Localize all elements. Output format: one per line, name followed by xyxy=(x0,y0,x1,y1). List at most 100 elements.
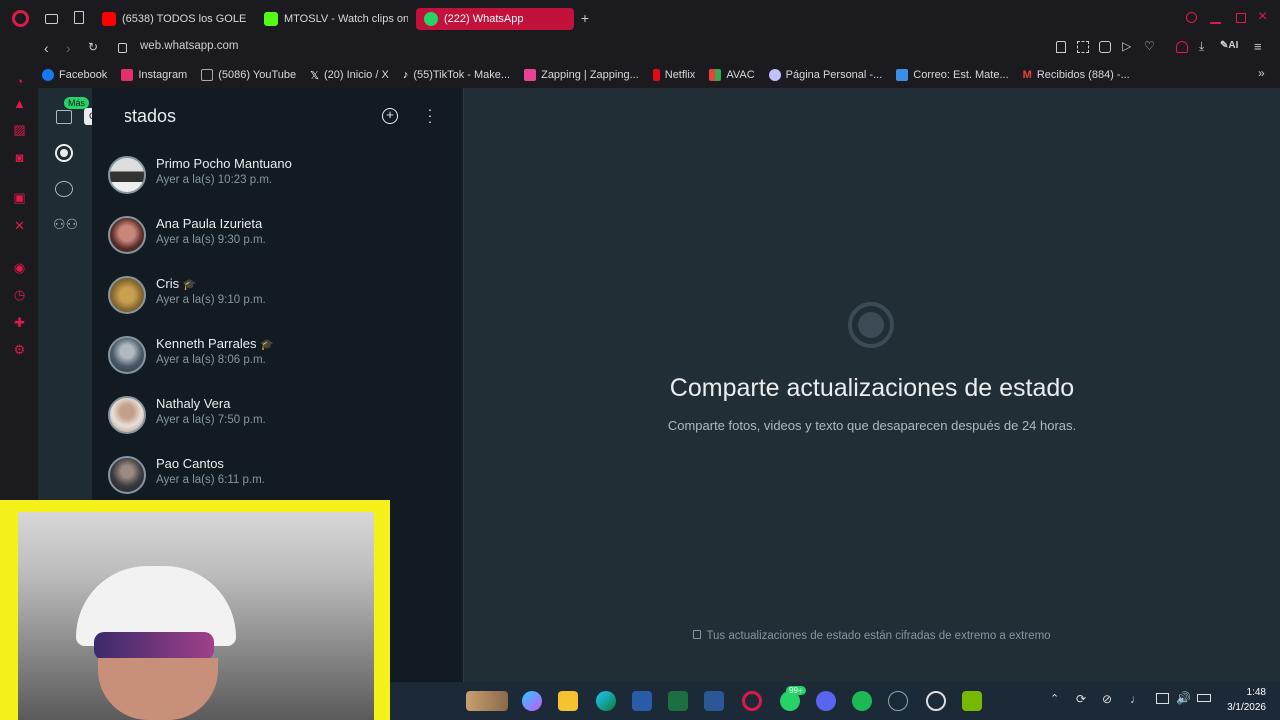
back-icon[interactable]: ‹ xyxy=(44,40,49,56)
channels-icon[interactable] xyxy=(55,181,73,197)
mute-icon[interactable]: ⊘ xyxy=(1102,692,1112,706)
restore-button[interactable] xyxy=(1236,13,1246,23)
browser-tab-bar: (6538) TODOS los GOLES MTOSLV - Watch cl… xyxy=(0,0,1280,36)
bookmark-pagina-personal[interactable]: Página Personal -... xyxy=(768,69,882,81)
discord-icon[interactable] xyxy=(816,691,836,711)
network-icon[interactable] xyxy=(1156,693,1169,704)
search-tabs-icon[interactable] xyxy=(1186,12,1197,23)
status-time: Ayer a la(s) 6:11 p.m. xyxy=(156,474,265,486)
ai-icon[interactable]: ✎AI xyxy=(1220,40,1238,51)
messenger-icon[interactable]: ◙ xyxy=(12,150,27,165)
settings-icon[interactable]: ⚙ xyxy=(12,342,27,357)
netflix-icon xyxy=(652,69,660,81)
clock-date[interactable]: 3/1/2026 xyxy=(1218,702,1266,713)
menu-dots-icon[interactable]: · · · xyxy=(426,102,434,128)
download-icon[interactable]: ⤓ xyxy=(1199,39,1204,54)
forward-icon[interactable]: › xyxy=(66,40,71,56)
player-icon[interactable]: ◉ xyxy=(12,260,27,275)
bookmark-tiktok[interactable]: ♪ (55)TikTok - Make... xyxy=(403,69,510,81)
bookmark-x[interactable]: 𝕏 (20) Inicio / X xyxy=(310,69,389,82)
zapping-icon xyxy=(524,69,537,81)
tab-label: MTOSLV - Watch clips on xyxy=(284,13,408,25)
spotify-icon[interactable] xyxy=(852,691,872,711)
status-item[interactable]: Nathaly Vera Ayer a la(s) 7:50 p.m. xyxy=(108,396,448,452)
x-icon[interactable]: ✕ xyxy=(12,218,27,233)
gmail-icon: M xyxy=(1022,69,1032,81)
bookmark-correo[interactable]: Correo: Est. Mate... xyxy=(896,69,1009,81)
opera-taskbar-icon[interactable] xyxy=(742,691,762,711)
snapshot-icon[interactable] xyxy=(1077,41,1089,53)
heart-icon[interactable]: ♡ xyxy=(1144,39,1155,53)
status-item[interactable]: Cris 🎓 Ayer a la(s) 9:10 p.m. xyxy=(108,276,448,332)
sunglasses-icon xyxy=(94,632,214,660)
extensions-icon[interactable]: ✚ xyxy=(12,315,27,330)
aria-icon[interactable]: ◔ xyxy=(12,74,27,89)
new-tab-button[interactable]: + xyxy=(578,11,592,25)
empty-subtitle: Comparte fotos, videos y texto que desap… xyxy=(667,418,1077,433)
volume-icon[interactable]: 🔊 xyxy=(1176,691,1191,705)
bookmark-label: Zapping | Zapping... xyxy=(541,69,639,81)
avatar xyxy=(108,216,146,254)
steam-icon[interactable] xyxy=(888,691,908,711)
tab-youtube[interactable]: (6538) TODOS los GOLES xyxy=(94,8,246,30)
word-icon[interactable] xyxy=(704,691,724,711)
vpn-icon[interactable] xyxy=(1176,41,1188,53)
menu-icon[interactable]: ≡ xyxy=(1254,39,1262,54)
status-item[interactable]: Primo Pocho Mantuano Ayer a la(s) 10:23 … xyxy=(108,156,448,212)
bookmark-zapping[interactable]: Zapping | Zapping... xyxy=(524,69,639,81)
bookmark-instagram[interactable]: Instagram xyxy=(121,69,187,81)
sync-icon[interactable]: ⟳ xyxy=(1076,692,1086,706)
url-field[interactable]: web.whatsapp.com xyxy=(140,40,238,52)
bookmark-youtube[interactable]: (5086) YouTube xyxy=(201,69,296,81)
copilot-icon[interactable] xyxy=(522,691,542,711)
adblock-icon[interactable] xyxy=(1099,41,1111,53)
twitch-icon[interactable]: ▣ xyxy=(12,190,27,205)
tab-whatsapp[interactable]: (222) WhatsApp xyxy=(416,8,574,30)
file-explorer-icon[interactable] xyxy=(558,691,578,711)
sidebar-app-icon[interactable]: ▨ xyxy=(12,122,27,137)
bookmark-avac[interactable]: AVAC xyxy=(709,69,755,81)
bookmark-netflix[interactable]: Netflix xyxy=(652,69,695,81)
status-icon[interactable] xyxy=(55,144,73,162)
play-icon[interactable]: ▷ xyxy=(1122,39,1131,53)
contact-name: Kenneth Parrales 🎓 xyxy=(156,336,274,351)
nvidia-icon[interactable] xyxy=(962,691,982,711)
globe-icon xyxy=(768,69,781,81)
page-icon[interactable] xyxy=(74,11,84,24)
widgets-icon[interactable] xyxy=(466,691,508,711)
address-bar: ‹ › ↻ web.whatsapp.com ▷ ♡ ⤓ ✎AI ≡ xyxy=(0,36,1280,62)
bookmark-label: Correo: Est. Mate... xyxy=(913,69,1009,81)
status-item[interactable]: Kenneth Parrales 🎓 Ayer a la(s) 8:06 p.m… xyxy=(108,336,448,392)
tab-kick[interactable]: MTOSLV - Watch clips on xyxy=(256,8,408,30)
store-icon[interactable] xyxy=(632,691,652,711)
pin-icon[interactable] xyxy=(1056,41,1066,53)
history-icon[interactable]: ◷ xyxy=(12,287,27,302)
empty-title: Comparte actualizaciones de estado xyxy=(669,374,1075,402)
scrollbar[interactable] xyxy=(459,148,462,678)
minimize-button[interactable] xyxy=(1210,22,1221,24)
status-item[interactable]: Ana Paula Izurieta Ayer a la(s) 9:30 p.m… xyxy=(108,216,448,272)
bookmark-gmail[interactable]: M Recibidos (884) -... xyxy=(1023,69,1130,81)
face xyxy=(98,658,218,720)
flow-icon[interactable]: ▲ xyxy=(12,96,27,111)
tab-overview-icon[interactable] xyxy=(45,14,58,24)
chats-icon[interactable] xyxy=(56,110,72,124)
mic-icon[interactable]: ♩ xyxy=(1130,692,1142,706)
youtube-icon xyxy=(102,12,116,26)
avatar xyxy=(108,336,146,374)
reload-icon[interactable]: ↻ xyxy=(88,40,98,54)
close-button[interactable]: × xyxy=(1258,8,1272,26)
outlook-icon xyxy=(896,69,909,81)
opera-logo-icon[interactable] xyxy=(12,10,29,27)
more-bookmarks-icon[interactable]: » xyxy=(1258,66,1265,80)
edge-icon[interactable] xyxy=(596,691,616,711)
communities-icon[interactable]: ⚇⚇ xyxy=(53,216,78,233)
chevron-up-icon[interactable]: ⌃ xyxy=(1050,692,1059,705)
excel-icon[interactable] xyxy=(668,691,688,711)
clock-time[interactable]: 1:48 xyxy=(1238,687,1266,698)
bookmark-facebook[interactable]: Facebook xyxy=(42,69,107,81)
add-status-button[interactable]: + xyxy=(382,108,398,124)
chatgpt-icon[interactable] xyxy=(926,691,946,711)
battery-icon[interactable] xyxy=(1197,694,1211,702)
instagram-icon xyxy=(121,69,134,81)
